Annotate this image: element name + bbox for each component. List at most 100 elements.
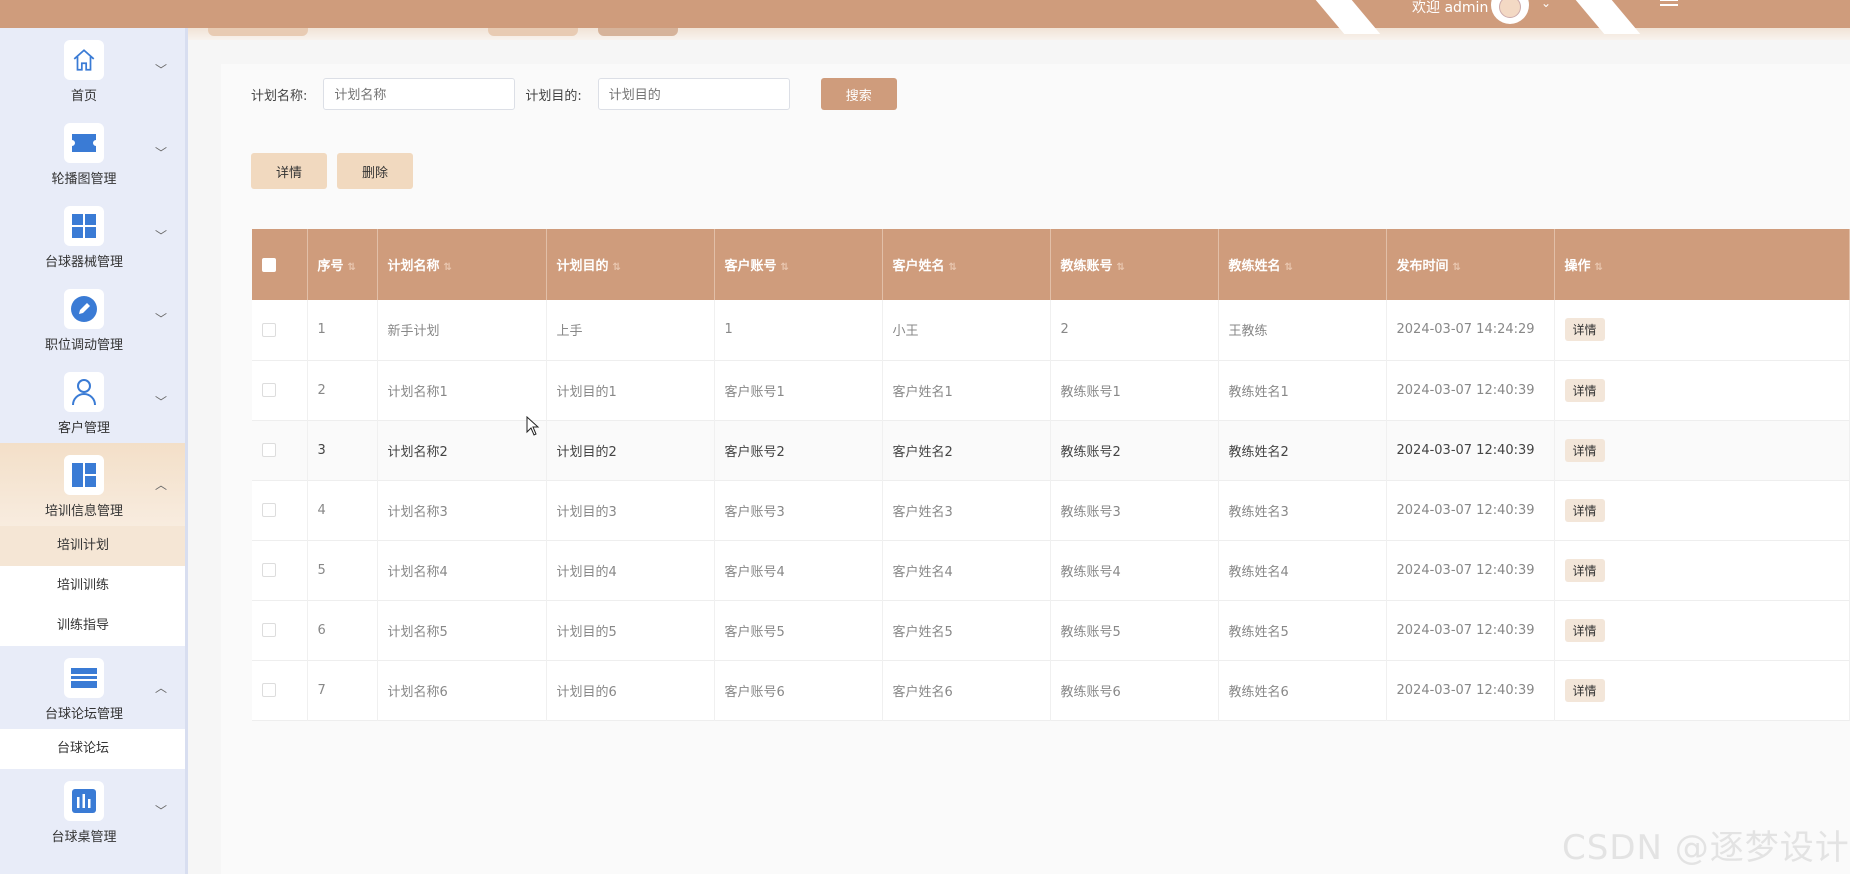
row-checkbox[interactable] xyxy=(262,383,276,397)
dashboard-icon xyxy=(64,455,104,495)
sidebar-item-label: 台球论坛管理 xyxy=(44,707,123,722)
ticket-icon xyxy=(64,123,104,163)
column-header[interactable]: 客户账号 ⇅ xyxy=(714,229,883,300)
row-detail-button[interactable]: 详情 xyxy=(1564,438,1605,462)
sidebar-item-label: 轮播图管理 xyxy=(51,172,117,187)
main-content: 计划名称: 计划目的: 搜索 详情 删除 序号⇅ 计划名称⇅ 计划目的⇅ 客户账… xyxy=(221,64,1850,874)
sidebar-subitem-training-plan[interactable]: 培训计划 xyxy=(0,526,185,566)
chevron-down-icon: ﹀ xyxy=(155,63,168,77)
plan-purpose-label: 计划目的: xyxy=(525,88,582,104)
table-row[interactable]: 1 新手计划 上手 1 小王 2 王教练 2024-03-07 14:24:29… xyxy=(252,300,1850,360)
delete-button[interactable]: 删除 xyxy=(337,153,413,189)
chevron-down-icon: ﹀ xyxy=(155,146,168,160)
plan-name-label: 计划名称: xyxy=(251,88,308,104)
plan-table: 序号 ⇅ 计划名称 ⇅ 计划目的 ⇅ 客户账号 ⇅ 客户姓名 ⇅ 教练账号 ⇅ 教练姓名 ⇅ … xyxy=(252,229,1850,721)
sidebar-item-customers[interactable]: 客户管理 ﹀ xyxy=(0,360,185,443)
sidebar-item-label: 首页 xyxy=(70,89,97,104)
select-all-cell xyxy=(252,229,308,300)
tab[interactable] xyxy=(208,28,308,36)
row-checkbox[interactable] xyxy=(262,623,276,637)
sidebar-item-label: 台球器械管理 xyxy=(44,255,123,270)
sidebar-subitem-training-guidance[interactable]: 训练指导 xyxy=(0,606,185,646)
list-icon xyxy=(64,658,104,698)
column-header[interactable]: 教练账号 ⇅ xyxy=(1050,229,1219,300)
chart-icon xyxy=(64,781,104,821)
chevron-down-icon: ﹀ xyxy=(155,395,168,409)
plan-purpose-input[interactable] xyxy=(597,78,790,110)
sidebar-subitem-training-practice[interactable]: 培训训练 xyxy=(0,566,185,606)
search-bar: 计划名称: 计划目的: 搜索 xyxy=(251,78,897,110)
row-checkbox[interactable] xyxy=(262,503,276,517)
sidebar-item-label: 培训信息管理 xyxy=(44,504,123,519)
menu-toggle-icon[interactable] xyxy=(1660,0,1678,8)
column-header[interactable]: 序号 ⇅ xyxy=(307,229,378,300)
sort-icon: ⇅ xyxy=(948,262,957,273)
sort-icon: ⇅ xyxy=(780,262,789,273)
sidebar-item-training[interactable]: 培训信息管理 ︿ xyxy=(0,443,185,526)
row-checkbox[interactable] xyxy=(262,322,276,337)
avatar[interactable] xyxy=(1491,0,1529,24)
edit-icon xyxy=(64,289,104,329)
action-bar: 详情 删除 xyxy=(251,153,423,189)
select-all-checkbox[interactable] xyxy=(262,257,276,272)
sidebar-item-equipment[interactable]: 台球器械管理 ﹀ xyxy=(0,194,185,277)
top-header: 欢迎 admin ⌄ xyxy=(0,0,1850,40)
plan-name-input[interactable] xyxy=(323,78,516,110)
row-checkbox[interactable] xyxy=(262,563,276,577)
chevron-down-icon: ﹀ xyxy=(155,804,168,818)
column-header[interactable]: 客户姓名 ⇅ xyxy=(882,229,1051,300)
home-icon xyxy=(64,40,104,80)
column-header[interactable]: 计划目的 ⇅ xyxy=(546,229,715,300)
table-row[interactable]: 3 计划名称2 计划目的2 客户账号2 客户姓名2 教练账号2 教练姓名2 20… xyxy=(252,420,1850,480)
row-checkbox[interactable] xyxy=(262,443,276,457)
sidebar: 首页 ﹀ 轮播图管理 ﹀ 台球器械管理 ﹀ 职位调动管理 ﹀ 客户管理 ﹀ 培训… xyxy=(0,28,188,874)
row-detail-button[interactable]: 详情 xyxy=(1564,678,1605,702)
sidebar-item-label: 客户管理 xyxy=(57,421,110,436)
table-row[interactable]: 6 计划名称5 计划目的5 客户账号5 客户姓名5 教练账号5 教练姓名5 20… xyxy=(252,600,1850,660)
welcome-text: 欢迎 admin xyxy=(1412,0,1489,16)
sidebar-item-carousel[interactable]: 轮播图管理 ﹀ xyxy=(0,111,185,194)
row-detail-button[interactable]: 详情 xyxy=(1564,618,1605,642)
tab-active[interactable] xyxy=(598,28,678,36)
sidebar-item-position[interactable]: 职位调动管理 ﹀ xyxy=(0,277,185,360)
column-header[interactable]: 操作 ⇅ xyxy=(1554,229,1850,300)
chevron-down-icon: ﹀ xyxy=(155,312,168,326)
sort-icon: ⇅ xyxy=(1116,262,1125,273)
sort-icon: ⇅ xyxy=(347,262,356,273)
sidebar-item-label: 职位调动管理 xyxy=(44,338,123,353)
tab[interactable] xyxy=(488,28,578,36)
chevron-down-icon[interactable]: ⌄ xyxy=(1541,0,1551,10)
sort-icon: ⇅ xyxy=(1452,262,1461,273)
row-detail-button[interactable]: 详情 xyxy=(1564,318,1605,342)
chevron-down-icon: ﹀ xyxy=(155,229,168,243)
sidebar-subitem-forum[interactable]: 台球论坛 xyxy=(0,729,185,769)
sort-icon: ⇅ xyxy=(443,262,452,273)
sidebar-item-tables[interactable]: 台球桌管理 ﹀ xyxy=(0,769,185,852)
grid-icon xyxy=(64,206,104,246)
table-header-row: 序号 ⇅ 计划名称 ⇅ 计划目的 ⇅ 客户账号 ⇅ 客户姓名 ⇅ 教练账号 ⇅ 教练姓名 ⇅ … xyxy=(252,229,1850,300)
column-header[interactable]: 教练姓名 ⇅ xyxy=(1218,229,1387,300)
row-detail-button[interactable]: 详情 xyxy=(1564,378,1605,402)
row-detail-button[interactable]: 详情 xyxy=(1564,558,1605,582)
sidebar-item-home[interactable]: 首页 ﹀ xyxy=(0,28,185,111)
avatar-face-icon xyxy=(1499,0,1521,18)
user-icon xyxy=(64,372,104,412)
row-checkbox[interactable] xyxy=(262,683,276,697)
sidebar-item-forum[interactable]: 台球论坛管理 ︿ xyxy=(0,646,185,729)
sort-icon: ⇅ xyxy=(1284,262,1293,273)
column-header[interactable]: 计划名称 ⇅ xyxy=(377,229,547,300)
sidebar-item-label: 台球桌管理 xyxy=(51,830,117,845)
mouse-cursor-icon xyxy=(526,416,540,436)
sort-icon: ⇅ xyxy=(612,262,621,273)
row-detail-button[interactable]: 详情 xyxy=(1564,498,1605,522)
table-row[interactable]: 7 计划名称6 计划目的6 客户账号6 客户姓名6 教练账号6 教练姓名6 20… xyxy=(252,660,1850,720)
table-row[interactable]: 5 计划名称4 计划目的4 客户账号4 客户姓名4 教练账号4 教练姓名4 20… xyxy=(252,540,1850,600)
sort-icon: ⇅ xyxy=(1594,262,1603,273)
search-button[interactable]: 搜索 xyxy=(820,78,897,110)
table-row[interactable]: 2 计划名称1 计划目的1 客户账号1 客户姓名1 教练账号1 教练姓名1 20… xyxy=(252,360,1850,420)
table-row[interactable]: 4 计划名称3 计划目的3 客户账号3 客户姓名3 教练账号3 教练姓名3 20… xyxy=(252,480,1850,540)
detail-button[interactable]: 详情 xyxy=(251,153,327,189)
chevron-up-icon: ︿ xyxy=(155,478,168,492)
column-header[interactable]: 发布时间 ⇅ xyxy=(1386,229,1555,300)
watermark-text: CSDN @逐梦设计 xyxy=(1562,828,1850,868)
